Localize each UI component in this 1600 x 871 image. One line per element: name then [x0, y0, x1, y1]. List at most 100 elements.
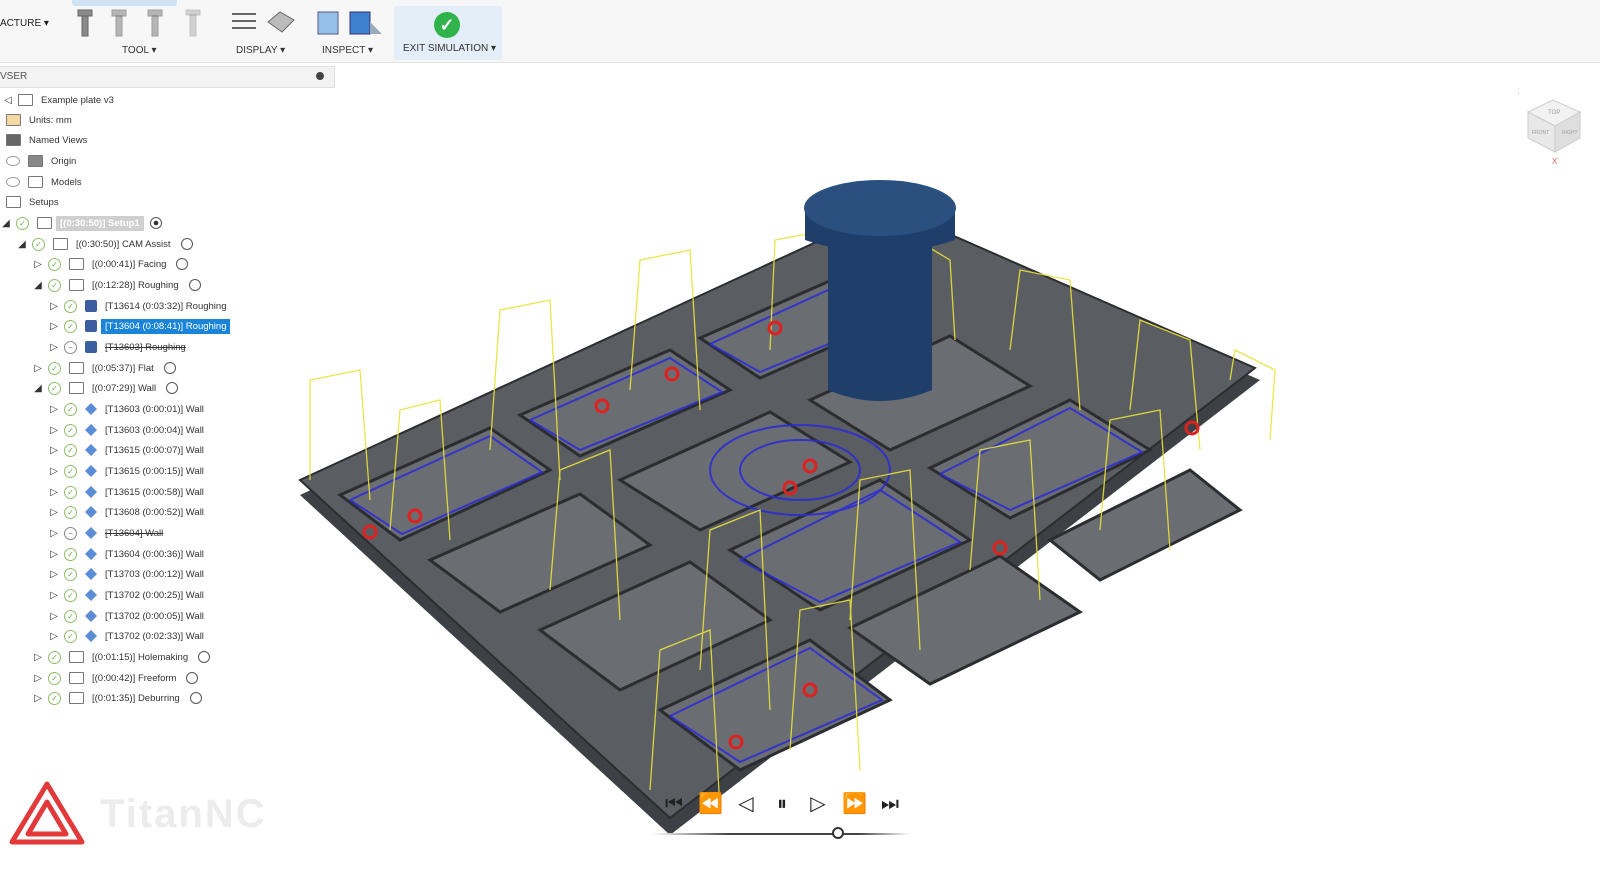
tree-item-origin[interactable]: Origin: [2, 151, 80, 171]
exit-simulation-label: EXIT SIMULATION ▾: [403, 43, 496, 54]
play-reverse-icon[interactable]: ◁: [734, 792, 758, 816]
wall-op-icon: [85, 403, 97, 415]
folder-icon: [28, 155, 43, 167]
expand-icon: ▷: [50, 506, 58, 518]
collapse-icon: ◢: [2, 217, 10, 229]
check-circle-icon: ✓: [32, 237, 45, 251]
folder-open-icon: [6, 196, 21, 208]
wall-op-icon: [85, 527, 97, 539]
tree-item-wall-op[interactable]: ▷ ✓ [T13608 (0:00:52)] Wall: [48, 502, 208, 522]
tree-item-named-views[interactable]: Named Views: [2, 130, 91, 150]
expand-icon: ◁: [4, 94, 12, 106]
folder-icon: [69, 258, 84, 270]
units-icon: [6, 114, 21, 126]
suppressed-icon: −: [64, 526, 77, 540]
collapse-icon: ◢: [34, 382, 42, 394]
tool-group[interactable]: TOOL ▾: [72, 0, 212, 62]
skip-to-start-icon[interactable]: ⏮: [662, 792, 686, 816]
tree-item-models[interactable]: Models: [2, 172, 86, 192]
tree-item-wall-op[interactable]: ▷ ✓ [T13604 (0:00:36)] Wall: [48, 544, 208, 564]
expand-icon: ▷: [50, 527, 58, 539]
visibility-circle-icon: [186, 672, 199, 684]
visibility-circle-icon: [189, 692, 202, 704]
check-circle-icon: ✓: [64, 402, 77, 416]
wall-op-icon: [85, 610, 97, 622]
expand-icon: ▷: [34, 672, 42, 684]
tree-item-roughing-group[interactable]: ◢ ✓ [(0:12:28)] Roughing: [32, 275, 201, 295]
tool-icons: [77, 9, 201, 37]
folder-icon: [6, 134, 21, 146]
visibility-circle-icon: [198, 651, 211, 663]
check-circle-icon: ✓: [48, 278, 61, 292]
roughing-op-icon: [85, 300, 97, 312]
expand-icon: ▷: [50, 630, 58, 642]
check-circle-icon: ✓: [64, 485, 77, 499]
expand-icon: ▷: [50, 589, 58, 601]
visibility-circle-icon: [163, 362, 176, 374]
tree-item-wall-op[interactable]: ▷ ✓ [T13603 (0:00:01)] Wall: [48, 399, 208, 419]
tree-item-wall-op[interactable]: ▷ ✓ [T13603 (0:00:04)] Wall: [48, 420, 208, 440]
tree-item-setup1[interactable]: ◢ ✓ [(0:30:50)] Setup1: [0, 213, 162, 233]
wall-op-icon: [85, 630, 97, 642]
check-circle-icon: ✓: [64, 464, 77, 478]
watermark: TitanNC: [100, 792, 267, 836]
tree-item-freeform[interactable]: ▷ ✓ [(0:00:42)] Freeform: [32, 668, 199, 688]
play-icon[interactable]: ▷: [806, 792, 830, 816]
visibility-circle-icon: [180, 238, 193, 250]
tree-item-wall-op-suppressed[interactable]: ▷ − [T13604] Wall: [48, 523, 167, 543]
check-circle-icon: ✓: [48, 671, 61, 685]
tree-item-deburring[interactable]: ▷ ✓ [(0:01:35)] Deburring: [32, 688, 202, 708]
tree-item-document[interactable]: ◁ Example plate v3: [2, 90, 118, 110]
tree-item-wall-op[interactable]: ▷ ✓ [T13615 (0:00:58)] Wall: [48, 482, 208, 502]
tree-item-wall-op[interactable]: ▷ ✓ [T13615 (0:00:07)] Wall: [48, 440, 208, 460]
skip-to-end-icon[interactable]: ⏭: [878, 792, 902, 816]
workspace-menu[interactable]: ACTURE ▾: [0, 18, 49, 29]
inspect-group[interactable]: INSPECT ▾: [312, 0, 384, 62]
roughing-op-icon: [85, 341, 97, 353]
check-circle-icon: ✓: [48, 650, 61, 664]
wall-op-icon: [85, 568, 97, 580]
tree-item-wall-op[interactable]: ▷ ✓ [T13702 (0:00:05)] Wall: [48, 606, 208, 626]
tree-item-wall-op[interactable]: ▷ ✓ [T13702 (0:02:33)] Wall: [48, 626, 208, 646]
check-circle-icon: ✓: [64, 319, 77, 333]
viewcube-top-label: TOP: [1548, 110, 1560, 116]
step-forward-icon[interactable]: ⏩: [842, 792, 867, 816]
wall-op-icon: [85, 589, 97, 601]
exit-simulation-button[interactable]: ✓ EXIT SIMULATION ▾: [394, 6, 502, 60]
eye-icon[interactable]: [6, 177, 20, 187]
viewcube[interactable]: TOP FRONT RIGHT Z X: [1518, 82, 1588, 172]
suppressed-icon: −: [64, 340, 77, 354]
tree-item-wall-op[interactable]: ▷ ✓ [T13702 (0:00:25)] Wall: [48, 585, 208, 605]
display-icon: [232, 11, 295, 33]
eye-icon[interactable]: [6, 156, 20, 166]
expand-icon: ▷: [50, 568, 58, 580]
simulation-timeline-slider[interactable]: [652, 833, 910, 835]
tree-item-wall-op[interactable]: ▷ ✓ [T13703 (0:00:12)] Wall: [48, 564, 208, 584]
step-back-icon[interactable]: ⏪: [698, 792, 723, 816]
inspect-icon: [317, 11, 382, 35]
folder-icon: [69, 692, 84, 704]
tree-item-roughing-t13604-selected[interactable]: ▷ ✓ [T13604 (0:08:41)] Roughing: [48, 316, 231, 336]
timeline-thumb[interactable]: [831, 827, 844, 839]
expand-icon: ▷: [50, 610, 58, 622]
tree-item-units[interactable]: Units: mm: [2, 110, 76, 130]
tree-item-holemaking[interactable]: ▷ ✓ [(0:01:15)] Holemaking: [32, 647, 211, 667]
simulation-viewport[interactable]: [250, 150, 1310, 840]
display-label: DISPLAY ▾: [236, 45, 286, 56]
check-circle-icon: ✓: [16, 216, 29, 230]
tree-item-cam-assist[interactable]: ◢ ✓ [(0:30:50)] CAM Assist: [16, 234, 193, 254]
folder-icon: [53, 238, 68, 250]
pin-icon[interactable]: [316, 72, 324, 80]
expand-icon: ▷: [34, 258, 42, 270]
inspect-label: INSPECT ▾: [322, 45, 373, 56]
tree-item-facing[interactable]: ▷ ✓ [(0:00:41)] Facing: [32, 254, 189, 274]
pause-icon[interactable]: ⏸: [770, 792, 794, 816]
tree-item-wall-op[interactable]: ▷ ✓ [T13615 (0:00:15)] Wall: [48, 461, 208, 481]
tree-item-roughing-t13603-suppressed[interactable]: ▷ − [T13603] Roughing: [48, 337, 190, 357]
tree-item-setups[interactable]: Setups: [2, 192, 63, 212]
tree-item-flat[interactable]: ▷ ✓ [(0:05:37)] Flat: [32, 358, 176, 378]
tree-item-wall-group[interactable]: ◢ ✓ [(0:07:29)] Wall: [32, 378, 179, 398]
check-circle-icon: ✓: [48, 257, 61, 271]
tree-item-roughing-t13614[interactable]: ▷ ✓ [T13614 (0:03:32)] Roughing: [48, 296, 230, 316]
display-group[interactable]: DISPLAY ▾: [228, 0, 298, 62]
